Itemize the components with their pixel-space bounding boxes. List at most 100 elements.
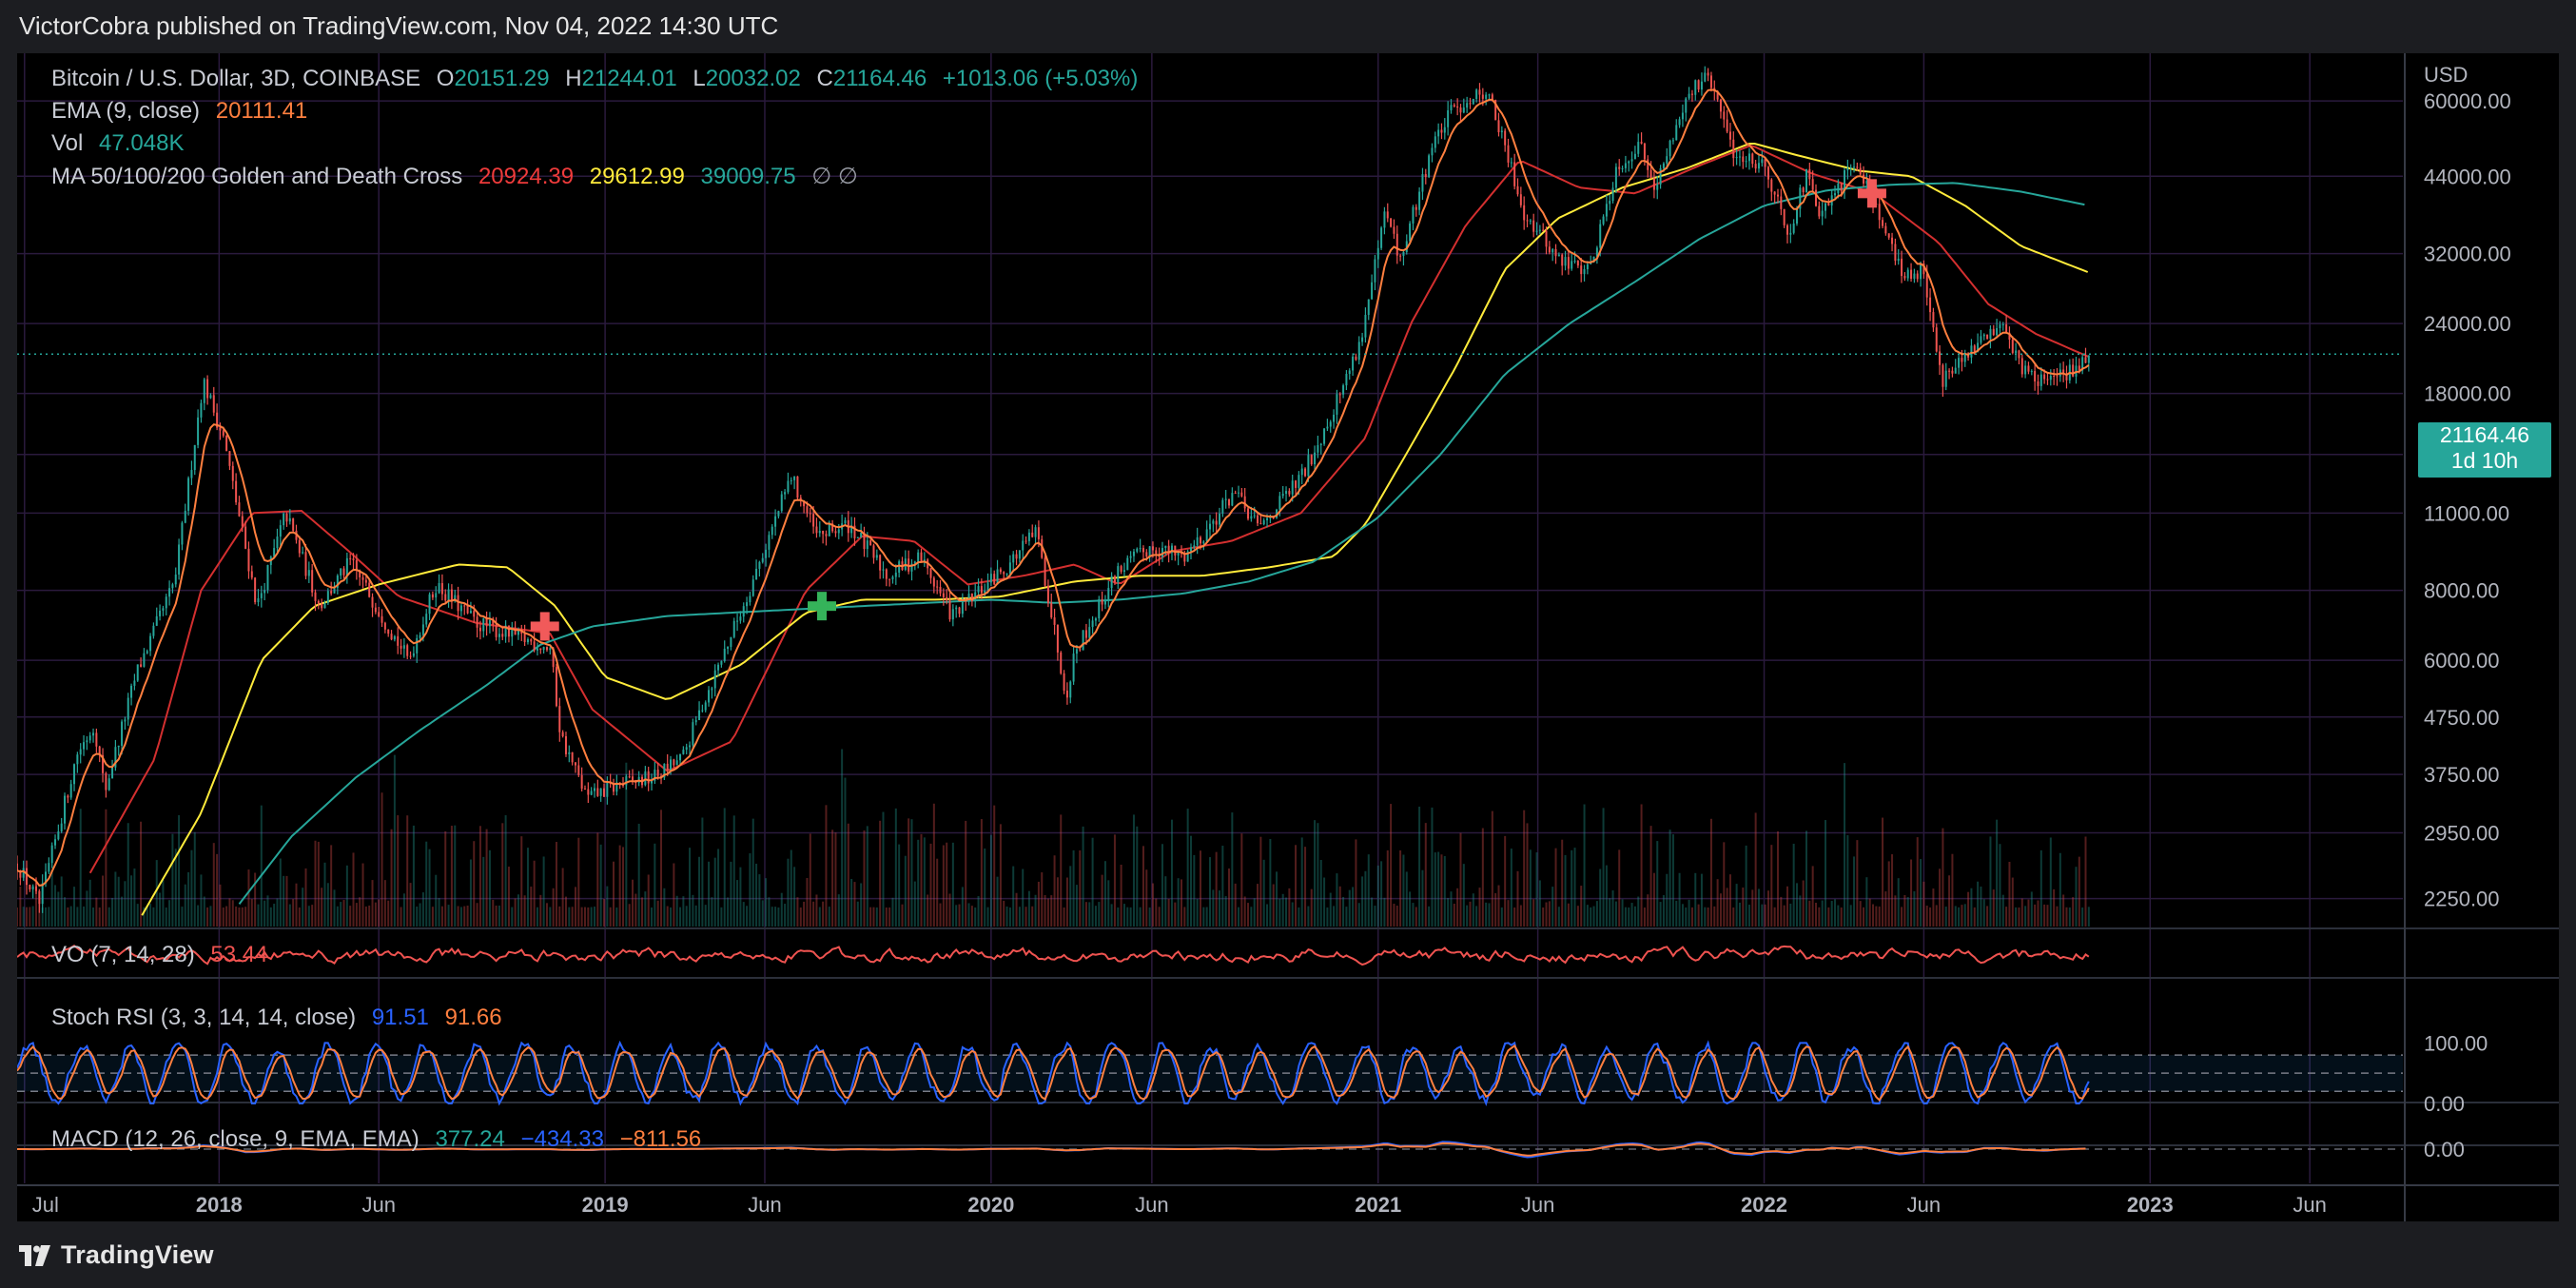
candle-40 xyxy=(143,648,146,668)
candle-body xyxy=(1205,529,1208,542)
candle-body xyxy=(564,735,567,754)
candle-522 xyxy=(1671,137,1674,145)
candle-528 xyxy=(1690,89,1693,102)
volume-bar-352 xyxy=(1132,814,1135,927)
candle-74 xyxy=(250,565,253,580)
volume-bar-25 xyxy=(95,897,98,927)
candle-body xyxy=(92,732,95,736)
candle-643 xyxy=(2056,368,2059,386)
candle-160 xyxy=(523,624,526,647)
volume-bar-283 xyxy=(913,881,916,927)
candle-body xyxy=(1551,248,1554,253)
volume-bar-568 xyxy=(1818,907,1821,927)
candle-592 xyxy=(1894,238,1897,265)
volume-bar-83 xyxy=(279,858,282,927)
candle-420 xyxy=(1348,368,1351,381)
volume-bar-230 xyxy=(746,906,749,927)
volume-bar-26 xyxy=(98,907,101,927)
candle-body xyxy=(428,594,431,615)
candle-638 xyxy=(2039,367,2042,391)
volume-bar-628 xyxy=(2008,861,2011,927)
candle-540 xyxy=(1728,123,1731,147)
volume-bar-376 xyxy=(1209,857,1211,927)
candle-274 xyxy=(885,568,888,587)
candle-body xyxy=(1571,261,1573,269)
volume-bar-142 xyxy=(466,905,469,927)
stoch-pane xyxy=(16,1040,2403,1107)
volume-bar-10 xyxy=(48,907,50,927)
candle-body xyxy=(1916,273,1919,280)
candle-body xyxy=(1882,220,1884,226)
candle-body xyxy=(209,395,212,399)
candle-433 xyxy=(1390,218,1393,228)
volume-bar-535 xyxy=(1713,906,1716,927)
volume-bar-554 xyxy=(1773,907,1776,927)
candle-627 xyxy=(2005,315,2008,334)
candle-282 xyxy=(910,558,913,581)
volume-bar-641 xyxy=(2049,837,2052,927)
volume-bar-350 xyxy=(1126,907,1129,927)
volume-bar-131 xyxy=(431,907,434,927)
candle-272 xyxy=(879,554,882,579)
candle-body xyxy=(349,557,352,559)
volume-bar-121 xyxy=(400,907,402,927)
candle-body xyxy=(993,574,996,585)
candle-477 xyxy=(1529,219,1532,224)
candle-379 xyxy=(1219,507,1221,528)
y-tick-label-0: 60000.00 xyxy=(2424,89,2511,113)
candle-591 xyxy=(1891,232,1894,252)
candle-18 xyxy=(73,763,76,791)
volume-bar-581 xyxy=(1859,901,1862,927)
chart-svg[interactable]: USD60000.0044000.0032000.0024000.0018000… xyxy=(16,53,2559,1221)
volume-bar-363 xyxy=(1167,898,1170,927)
tradingview-brand: TradingView xyxy=(61,1240,214,1269)
volume-bar-126 xyxy=(416,906,419,927)
volume-bar-253 xyxy=(818,907,821,927)
candle-body xyxy=(593,788,595,791)
volume-bar-325 xyxy=(1046,898,1049,927)
candle-body xyxy=(1044,557,1046,586)
candle-265 xyxy=(856,537,859,539)
volume-bar-208 xyxy=(675,895,678,927)
volume-bar-205 xyxy=(666,906,669,927)
candle-body xyxy=(872,545,875,558)
chart-area[interactable]: USD 60000.00 44000.00 32000.00 24000.00 18000… xyxy=(16,53,2559,1221)
candle-body xyxy=(1723,111,1726,120)
candle-480 xyxy=(1538,224,1541,235)
volume-bar-610 xyxy=(1951,853,1954,927)
volume-bar-110 xyxy=(364,906,367,927)
volume-bar-227 xyxy=(736,880,739,927)
candle-12 xyxy=(54,834,57,849)
candle-470 xyxy=(1507,138,1510,167)
candle-240 xyxy=(777,510,780,519)
cross-bar-v xyxy=(1866,179,1877,208)
volume-bar-421 xyxy=(1352,887,1355,927)
volume-bar-319 xyxy=(1027,890,1030,927)
volume-bar-90 xyxy=(302,888,304,927)
volume-bar-55 xyxy=(190,849,193,927)
top-bar: VictorCobra published on TradingView.com… xyxy=(0,0,2576,53)
volume-bar-265 xyxy=(856,901,859,927)
candle-body xyxy=(1319,443,1322,446)
candle-body xyxy=(250,571,253,578)
volume-bar-321 xyxy=(1034,894,1037,927)
candle-body xyxy=(1776,194,1779,197)
candle-body xyxy=(1380,227,1383,248)
candle-body xyxy=(1440,129,1443,133)
volume-bar-12 xyxy=(54,885,57,927)
candle-body xyxy=(1196,537,1199,546)
candle-565 xyxy=(1808,162,1811,186)
candle-558 xyxy=(1786,224,1788,244)
volume-bar-243 xyxy=(787,858,790,927)
volume-bar-21 xyxy=(83,906,86,927)
tradingview-logo[interactable]: TradingView xyxy=(19,1240,214,1270)
candle-body xyxy=(228,451,231,466)
volume-bar-183 xyxy=(596,832,599,927)
candle-188 xyxy=(613,778,615,796)
candle-body xyxy=(806,506,809,514)
volume-bar-27 xyxy=(102,875,105,927)
candle-body xyxy=(478,627,481,632)
candle-189 xyxy=(615,774,618,796)
volume-bar-298 xyxy=(961,887,964,927)
candle-258 xyxy=(834,526,837,537)
